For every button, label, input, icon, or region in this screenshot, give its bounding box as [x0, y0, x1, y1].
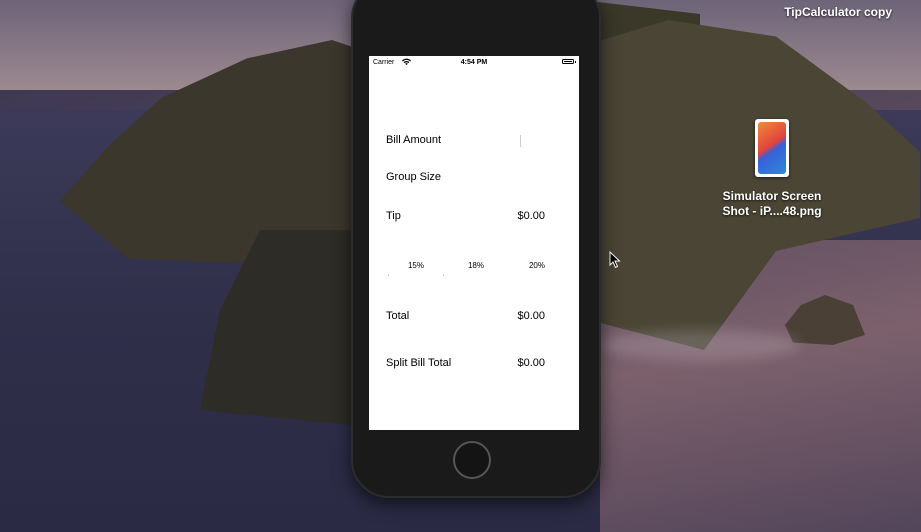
file-label-line2: Shot - iP....48.png: [722, 204, 822, 218]
bill-amount-label: Bill Amount: [386, 134, 442, 146]
status-time: 4:54 PM: [460, 59, 488, 66]
tip-label: Tip: [386, 210, 401, 222]
app-screen: Carrier 4:54 PM Bill Amount Group Size T…: [369, 56, 579, 430]
segment-divider: [443, 274, 444, 276]
bill-amount-input[interactable]: [520, 135, 566, 147]
group-size-label: Group Size: [386, 171, 442, 183]
file-thumbnail: [758, 122, 786, 174]
tip-option-20[interactable]: 20%: [512, 261, 562, 270]
tip-value: $0.00: [517, 210, 545, 222]
segment-divider: [388, 274, 389, 276]
file-label-line1: Simulator Screen: [722, 189, 822, 203]
group-size-input[interactable]: [520, 171, 565, 183]
total-value: $0.00: [517, 310, 545, 322]
desktop-folder-title[interactable]: TipCalculator copy: [784, 5, 892, 19]
mouse-cursor-icon: [609, 251, 621, 269]
screenshot-file-icon[interactable]: [755, 119, 789, 177]
tip-option-15[interactable]: 15%: [391, 261, 441, 270]
tip-option-18[interactable]: 18%: [451, 261, 501, 270]
home-button[interactable]: [453, 441, 491, 479]
tip-percentage-selector[interactable]: 15% 18% 20%: [386, 256, 562, 276]
desktop-foam: [600, 330, 800, 360]
split-bill-total-label: Split Bill Total: [386, 357, 452, 369]
total-label: Total: [386, 310, 410, 322]
file-label[interactable]: Simulator Screen Shot - iP....48.png: [712, 189, 832, 219]
battery-icon: [562, 59, 576, 64]
split-bill-total-value: $0.00: [517, 357, 545, 369]
status-bar: Carrier 4:54 PM: [369, 56, 579, 70]
